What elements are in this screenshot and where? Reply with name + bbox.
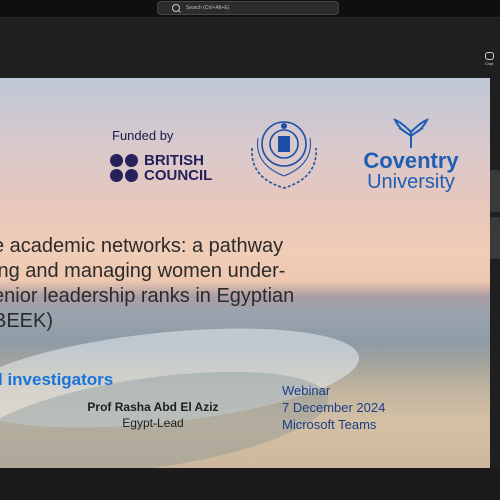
investigator-role: Egypt-Lead xyxy=(122,416,184,430)
bottom-bar xyxy=(0,468,500,500)
search-icon xyxy=(172,4,180,12)
webinar-label: Webinar xyxy=(282,383,331,398)
coventry-phoenix-icon xyxy=(393,118,429,148)
investigators-heading: l investigators xyxy=(0,370,114,389)
title-line-1: e academic networks: a pathway xyxy=(0,235,284,257)
british-council-logo: BRITISH COUNCIL xyxy=(110,153,212,183)
search-box[interactable]: Search (Ctrl+Alt+E) xyxy=(157,1,339,15)
coventry-logo: Coventry University xyxy=(356,118,466,192)
title-line-2: ing and managing women under- xyxy=(0,260,286,282)
search-placeholder: Search (Ctrl+Alt+E) xyxy=(186,5,230,11)
investigator-name: Prof Rasha Abd El Aziz xyxy=(87,400,219,414)
participant-tile[interactable] xyxy=(490,217,500,259)
chat-icon xyxy=(484,52,494,60)
webinar-platform: Microsoft Teams xyxy=(282,417,377,432)
title-bar: Search (Ctrl+Alt+E) xyxy=(0,0,500,17)
british-council-line1: BRITISH xyxy=(144,152,204,169)
coventry-name: Coventry xyxy=(363,148,459,173)
title-line-4: BEEK) xyxy=(0,310,54,332)
participant-tile[interactable] xyxy=(490,170,500,212)
webinar-date: 7 December 2024 xyxy=(282,400,386,415)
meeting-toolbar: Chat xyxy=(0,17,500,78)
british-council-line2: COUNCIL xyxy=(144,167,213,184)
chat-button[interactable]: Chat xyxy=(480,52,498,66)
shared-slide: Funded by BRITISH COUNCIL Coventry Unive… xyxy=(0,78,490,468)
slide-title: e academic networks: a pathway ing and m… xyxy=(0,234,294,334)
webinar-details: Webinar 7 December 2024 Microsoft Teams xyxy=(282,382,385,433)
chat-label: Chat xyxy=(484,61,494,66)
coventry-sub: University xyxy=(367,171,455,193)
british-council-dots-icon xyxy=(110,154,138,182)
funded-by-label: Funded by xyxy=(112,128,174,143)
title-line-3: enior leadership ranks in Egyptian xyxy=(0,285,295,307)
participant-strip[interactable] xyxy=(490,170,500,264)
aast-emblem-icon xyxy=(251,121,317,189)
